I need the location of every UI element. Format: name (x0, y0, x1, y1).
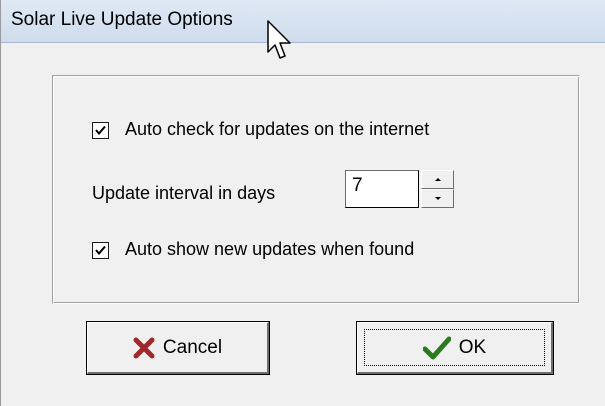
mouse-pointer-icon (267, 20, 291, 59)
arrow-down-icon (435, 197, 441, 200)
checkmark-icon (422, 336, 451, 359)
checkmark-icon (95, 125, 106, 136)
auto-show-checkbox[interactable] (92, 242, 109, 259)
spin-up-button[interactable] (421, 170, 454, 189)
title-bar[interactable]: Solar Live Update Options (1, 0, 605, 42)
ok-label: OK (458, 336, 487, 358)
auto-show-label[interactable]: Auto show new updates when found (125, 239, 414, 260)
cancel-button[interactable]: Cancel (86, 321, 270, 375)
checkmark-icon (95, 245, 106, 256)
interval-input[interactable]: 7 (345, 170, 419, 208)
cancel-label: Cancel (162, 336, 223, 358)
auto-check-checkbox[interactable] (92, 122, 109, 139)
interval-label: Update interval in days (92, 183, 276, 203)
x-icon (133, 337, 155, 358)
arrow-up-icon (435, 178, 441, 181)
window-title: Solar Live Update Options (11, 9, 233, 30)
auto-check-label[interactable]: Auto check for updates on the internet (125, 119, 429, 140)
ok-button[interactable]: OK (356, 321, 554, 375)
title-bar-divider (1, 42, 605, 43)
spin-down-button[interactable] (421, 189, 454, 208)
dialog-window: Solar Live Update Options Auto check for… (0, 0, 605, 406)
